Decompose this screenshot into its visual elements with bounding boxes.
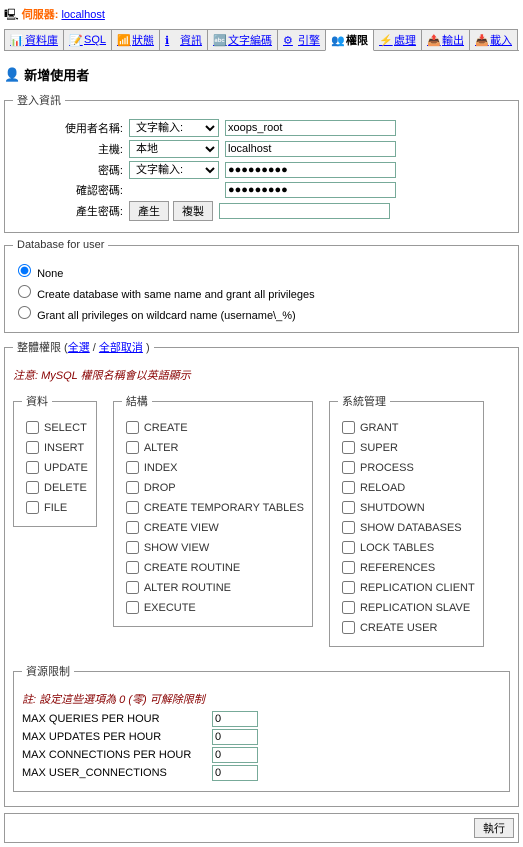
db-create-radio[interactable] — [18, 285, 31, 298]
tab-icon: ⚙ — [283, 34, 296, 47]
host-input[interactable] — [225, 141, 396, 157]
priv-reload-checkbox[interactable] — [342, 481, 355, 494]
priv-grant-checkbox[interactable] — [342, 421, 355, 434]
username-input[interactable] — [225, 120, 396, 136]
priv-admin-group: 系統管理GRANTSUPERPROCESSRELOADSHUTDOWNSHOW … — [329, 393, 484, 647]
server-label: 伺服器: — [22, 9, 59, 21]
priv-alter-routine-checkbox[interactable] — [126, 581, 139, 594]
limit-max-updates-per-hour-input[interactable] — [212, 729, 258, 745]
select-all-link[interactable]: 全選 — [68, 342, 90, 354]
priv-references-checkbox[interactable] — [342, 561, 355, 574]
password-input[interactable] — [225, 162, 396, 178]
tab-icon: ⚡ — [379, 34, 392, 47]
tab-icon: ℹ — [165, 34, 178, 47]
limit-max-user_connections-input[interactable] — [212, 765, 258, 781]
priv-insert-checkbox[interactable] — [26, 441, 39, 454]
add-user-icon: 👤 — [4, 67, 20, 83]
limit-max-connections-per-hour-input[interactable] — [212, 747, 258, 763]
login-legend: 登入資訊 — [13, 92, 65, 108]
tab-資料庫[interactable]: 📊資料庫 — [4, 29, 64, 50]
host-mode-select[interactable]: 本地 — [129, 140, 219, 158]
priv-show-databases-checkbox[interactable] — [342, 521, 355, 534]
password-mode-select[interactable]: 文字輸入: — [129, 161, 219, 179]
tab-權限[interactable]: 👥權限 — [325, 29, 374, 51]
priv-create-user-checkbox[interactable] — [342, 621, 355, 634]
generate-button[interactable]: 產生 — [129, 201, 169, 221]
login-fieldset: 登入資訊 使用者名稱: 文字輸入: 主機: 本地 密碼: 文字輸入: 確認密碼:… — [4, 92, 519, 233]
priv-delete-checkbox[interactable] — [26, 481, 39, 494]
tab-輸出[interactable]: 📤輸出 — [421, 29, 470, 50]
priv-shutdown-checkbox[interactable] — [342, 501, 355, 514]
database-fieldset: Database for user None Create database w… — [4, 239, 519, 333]
priv-show-view-checkbox[interactable] — [126, 541, 139, 554]
privileges-legend: 整體權限 (全選 / 全部取消 ) — [13, 339, 154, 355]
priv-replication-slave-checkbox[interactable] — [342, 601, 355, 614]
tab-處理[interactable]: ⚡處理 — [373, 29, 422, 50]
tab-文字編碼[interactable]: 🔤文字編碼 — [207, 29, 278, 50]
username-mode-select[interactable]: 文字輸入: — [129, 119, 219, 137]
tab-資訊[interactable]: ℹ資訊 — [159, 29, 208, 50]
priv-create-checkbox[interactable] — [126, 421, 139, 434]
server-link[interactable]: localhost — [61, 9, 104, 21]
password-label: 密碼: — [13, 162, 129, 178]
tab-icon: 📝 — [69, 34, 82, 47]
priv-index-checkbox[interactable] — [126, 461, 139, 474]
footer-bar: 執行 — [4, 813, 519, 843]
tab-icon: 📶 — [117, 34, 130, 47]
priv-create-temporary-tables-checkbox[interactable] — [126, 501, 139, 514]
priv-replication-client-checkbox[interactable] — [342, 581, 355, 594]
tab-icon: 👥 — [331, 34, 344, 47]
priv-select-checkbox[interactable] — [26, 421, 39, 434]
deselect-all-link[interactable]: 全部取消 — [99, 342, 143, 354]
tab-icon: 🔤 — [213, 34, 226, 47]
server-line: 🖳 伺服器: localhost — [4, 4, 519, 27]
privileges-fieldset: 整體權限 (全選 / 全部取消 ) 注意: MySQL 權限名稱會以英語顯示 資… — [4, 339, 519, 807]
tab-icon: 📊 — [10, 34, 23, 47]
tab-SQL[interactable]: 📝SQL — [63, 29, 112, 50]
limits-note: 註: 設定這些選項為 0 (零) 可解除限制 — [22, 691, 501, 707]
go-button[interactable]: 執行 — [474, 818, 514, 838]
page-title: 👤 新增使用者 — [4, 65, 519, 84]
priv-create-routine-checkbox[interactable] — [126, 561, 139, 574]
username-label: 使用者名稱: — [13, 120, 129, 136]
priv-process-checkbox[interactable] — [342, 461, 355, 474]
priv-file-checkbox[interactable] — [26, 501, 39, 514]
tab-bar: 📊資料庫📝SQL📶狀態ℹ資訊🔤文字編碼⚙引擎👥權限⚡處理📤輸出📥載入 — [4, 29, 519, 51]
priv-struct-group: 結構CREATEALTERINDEXDROPCREATE TEMPORARY T… — [113, 393, 313, 627]
tab-icon: 📤 — [427, 34, 440, 47]
priv-update-checkbox[interactable] — [26, 461, 39, 474]
server-icon: 🖳 — [4, 9, 19, 21]
host-label: 主機: — [13, 141, 129, 157]
tab-icon: 📥 — [475, 34, 488, 47]
limits-group: 資源限制 註: 設定這些選項為 0 (零) 可解除限制 MAX QUERIES … — [13, 663, 510, 792]
db-none-radio[interactable] — [18, 264, 31, 277]
priv-drop-checkbox[interactable] — [126, 481, 139, 494]
priv-alter-checkbox[interactable] — [126, 441, 139, 454]
limit-max-queries-per-hour-input[interactable] — [212, 711, 258, 727]
confirm-label: 確認密碼: — [13, 182, 129, 198]
priv-data-group: 資料SELECTINSERTUPDATEDELETEFILE — [13, 393, 97, 527]
priv-execute-checkbox[interactable] — [126, 601, 139, 614]
tab-引擎[interactable]: ⚙引擎 — [277, 29, 326, 50]
generated-password-input[interactable] — [219, 203, 390, 219]
copy-button[interactable]: 複製 — [173, 201, 213, 221]
tab-狀態[interactable]: 📶狀態 — [111, 29, 160, 50]
priv-super-checkbox[interactable] — [342, 441, 355, 454]
database-legend: Database for user — [13, 239, 108, 251]
privileges-note: 注意: MySQL 權限名稱會以英語顯示 — [13, 367, 510, 383]
tab-載入[interactable]: 📥載入 — [469, 29, 518, 50]
priv-lock-tables-checkbox[interactable] — [342, 541, 355, 554]
generate-label: 產生密碼: — [13, 203, 129, 219]
confirm-input[interactable] — [225, 182, 396, 198]
db-wildcard-radio[interactable] — [18, 306, 31, 319]
priv-create-view-checkbox[interactable] — [126, 521, 139, 534]
